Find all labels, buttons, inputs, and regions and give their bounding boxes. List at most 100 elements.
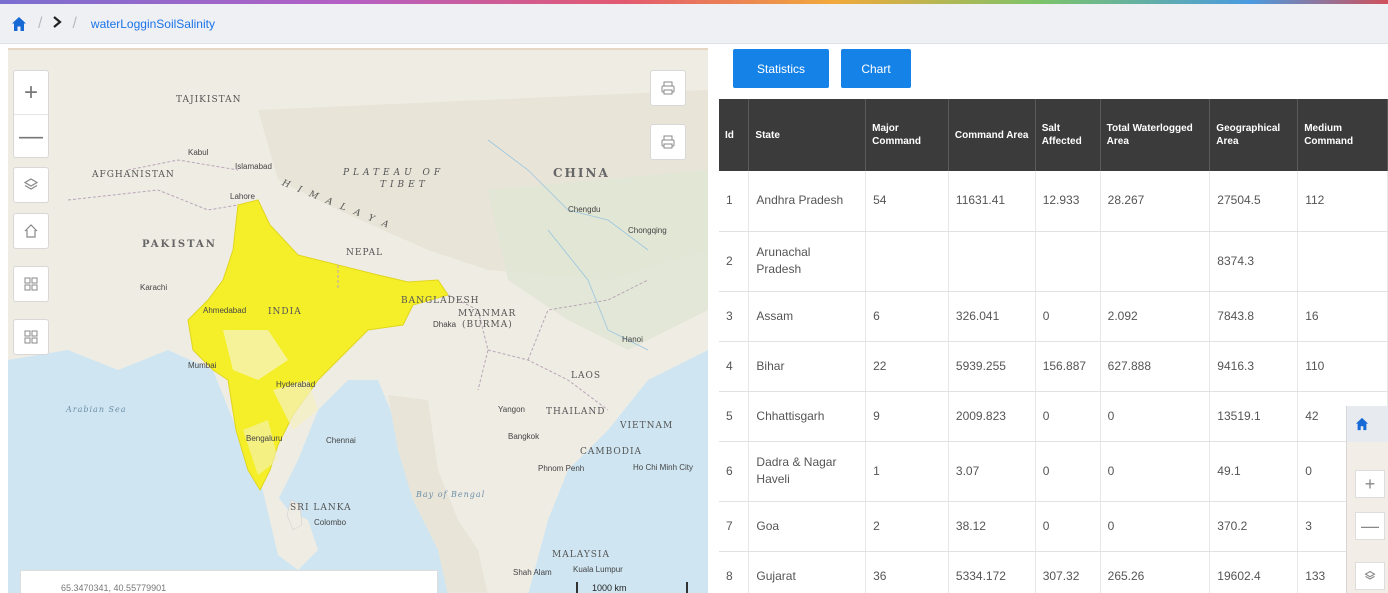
cell: 5334.172 <box>948 551 1036 593</box>
table-row[interactable]: 3 Assam 6 326.041 0 2.092 7843.8 16 <box>719 291 1388 342</box>
table-row[interactable]: 4 Bihar 22 5939.255 156.887 627.888 9416… <box>719 341 1388 392</box>
cell: 28.267 <box>1100 171 1211 232</box>
col-header[interactable]: State <box>748 99 867 171</box>
cell: 0 <box>1035 291 1101 342</box>
map-view[interactable]: CHINA PLATEAU OF TIBET H I M A L A Y A T… <box>8 48 708 593</box>
breadcrumb-separator: / <box>38 14 43 32</box>
city-chennai: Chennai <box>326 436 356 445</box>
statistics-button[interactable]: Statistics <box>733 49 829 88</box>
cell: 38.12 <box>948 501 1036 552</box>
cell: 0 <box>1035 441 1101 502</box>
cell: 2.092 <box>1100 291 1211 342</box>
cell: Assam <box>748 291 867 342</box>
basemap <box>8 50 708 593</box>
cell <box>948 231 1036 292</box>
cell: 49.1 <box>1209 441 1299 502</box>
table-row[interactable]: 6 Dadra & Nagar Haveli 1 3.07 0 0 49.1 0 <box>719 441 1388 502</box>
cell: 326.041 <box>948 291 1036 342</box>
map-label-cambodia: CAMBODIA <box>580 447 643 457</box>
chevron-right-icon[interactable] <box>52 15 63 32</box>
zoom-out-button[interactable]: — <box>14 115 48 159</box>
city-lahore: Lahore <box>230 192 255 201</box>
zoom-in-button[interactable]: + <box>14 71 48 115</box>
layers-icon <box>1364 570 1376 580</box>
col-header[interactable]: Geographical Area <box>1209 99 1299 171</box>
cell: 0 <box>1100 501 1211 552</box>
basemap-gallery-button[interactable] <box>13 266 49 302</box>
coordinate-readout: 65.3470341, 40.55779901 <box>20 570 438 593</box>
cell: 3 <box>719 291 750 342</box>
table-row[interactable]: 2 Arunachal Pradesh 8374.3 <box>719 231 1388 292</box>
cell: 110 <box>1297 341 1388 392</box>
map-label-vietnam: VIETNAM <box>620 421 674 431</box>
map-label-plateau: PLATEAU OF <box>343 168 445 178</box>
city-hyderabad: Hyderabad <box>276 380 316 389</box>
table-row[interactable]: 5 Chhattisgarh 9 2009.823 0 0 13519.1 42 <box>719 391 1388 442</box>
cell: 2 <box>719 231 750 292</box>
layers-icon <box>23 178 39 190</box>
home-icon[interactable] <box>1355 417 1369 431</box>
home-icon[interactable] <box>10 15 28 33</box>
statistics-panel: Statistics Chart Id State Major Command … <box>718 48 1388 593</box>
sea-label-arabian: Arabian Sea <box>66 405 127 414</box>
cell: 307.32 <box>1035 551 1101 593</box>
legend-button[interactable] <box>13 319 49 355</box>
state-statistics-table: Id State Major Command Command Area Salt… <box>719 99 1388 593</box>
mini-zoom-in-button[interactable]: + <box>1355 470 1385 498</box>
city-yangon: Yangon <box>498 405 525 414</box>
col-header[interactable]: Command Area <box>948 99 1036 171</box>
mini-zoom-out-button[interactable]: — <box>1355 512 1385 540</box>
table-row[interactable]: 1 Andhra Pradesh 54 11631.41 12.933 28.2… <box>719 171 1388 232</box>
map-label-srilanka: SRI LANKA <box>290 503 352 513</box>
map-label-laos: LAOS <box>571 371 602 381</box>
sea-label-bengal: Bay of Bengal <box>416 490 486 499</box>
cell: 9416.3 <box>1209 341 1299 392</box>
cell: Arunachal Pradesh <box>748 231 867 292</box>
breadcrumb-separator: / <box>72 14 77 32</box>
breadcrumb-current[interactable]: waterLogginSoilSalinity <box>91 17 215 31</box>
city-islamabad: Islamabad <box>235 162 272 171</box>
cell: 27504.5 <box>1209 171 1299 232</box>
city-chengdu: Chengdu <box>568 205 601 214</box>
cell: 2009.823 <box>948 391 1036 442</box>
cell: 265.26 <box>1100 551 1211 593</box>
city-hanoi: Hanoi <box>622 335 643 344</box>
map-label-bangladesh: BANGLADESH <box>401 296 480 306</box>
cell: 16 <box>1297 291 1388 342</box>
cell: 4 <box>719 341 750 392</box>
cell <box>1100 231 1211 292</box>
cell: Bihar <box>748 341 867 392</box>
layers-button[interactable] <box>13 167 49 203</box>
grid-icon <box>24 330 38 344</box>
table-row[interactable]: 7 Goa 2 38.12 0 0 370.2 3 <box>719 501 1388 552</box>
printer-icon <box>661 135 675 149</box>
print-button-secondary[interactable] <box>650 124 686 160</box>
col-header[interactable]: Id <box>719 99 750 171</box>
map-label-myanmar: MYANMAR <box>458 309 517 319</box>
cell: 112 <box>1297 171 1388 232</box>
col-header[interactable]: Major Command <box>865 99 949 171</box>
chart-button[interactable]: Chart <box>841 49 911 88</box>
home-extent-button[interactable] <box>13 213 49 249</box>
printer-icon <box>661 81 675 95</box>
map-label-malaysia: MALAYSIA <box>552 550 610 560</box>
breadcrumb: / / waterLogginSoilSalinity <box>0 4 1388 44</box>
city-shah-alam: Shah Alam <box>513 568 552 577</box>
cell: 156.887 <box>1035 341 1101 392</box>
map-label-tajikistan: TAJIKISTAN <box>176 95 242 105</box>
map-label-china: CHINA <box>553 166 610 180</box>
print-button[interactable] <box>650 70 686 106</box>
map-label-afghanistan: AFGHANISTAN <box>92 170 175 180</box>
cell: 627.888 <box>1100 341 1211 392</box>
cell: 1 <box>865 441 949 502</box>
cell: 5 <box>719 391 750 442</box>
cell: 54 <box>865 171 949 232</box>
mini-layers-button[interactable] <box>1355 562 1385 590</box>
table-row[interactable]: 8 Gujarat 36 5334.172 307.32 265.26 1960… <box>719 551 1388 593</box>
mini-map-widget: + — <box>1346 406 1388 593</box>
map-label-tibet: TIBET <box>380 180 429 190</box>
col-header[interactable]: Salt Affected <box>1035 99 1101 171</box>
cell: 8374.3 <box>1209 231 1299 292</box>
col-header[interactable]: Medium Command <box>1297 99 1388 171</box>
col-header[interactable]: Total Waterlogged Area <box>1100 99 1211 171</box>
